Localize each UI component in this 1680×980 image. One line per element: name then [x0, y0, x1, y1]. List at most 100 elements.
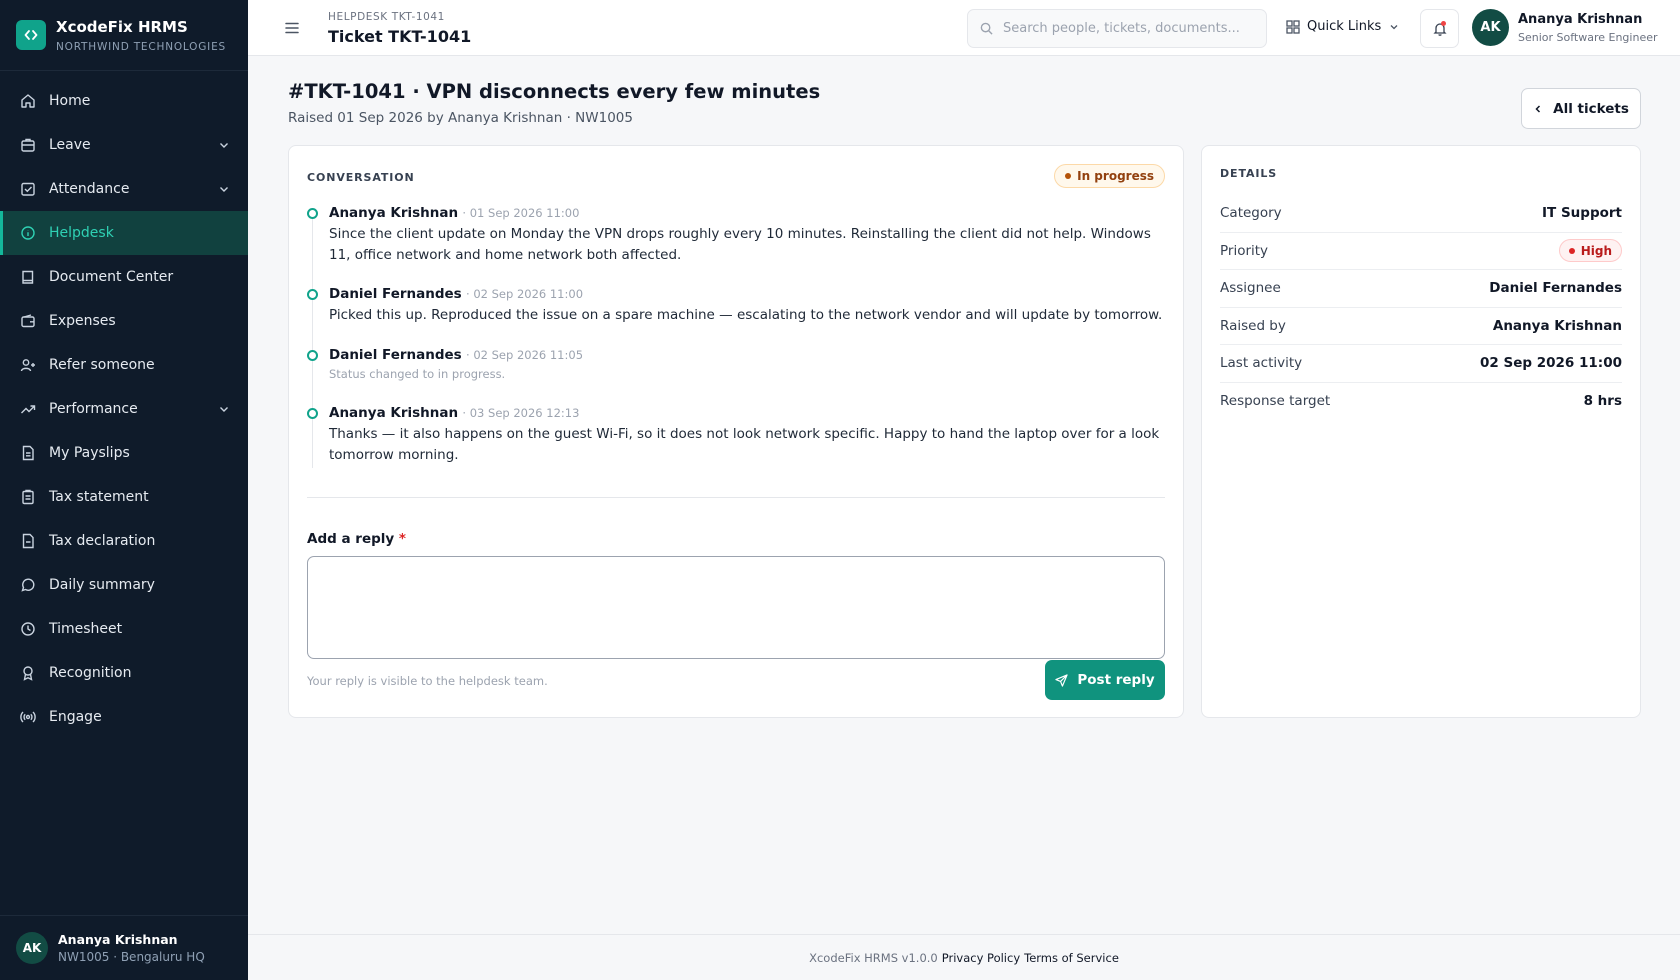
ticket-title: #TKT-1041 · VPN disconnects every few mi… — [288, 80, 821, 103]
sidebar-item-label: Refer someone — [49, 357, 155, 373]
briefcase-icon — [20, 137, 36, 153]
timeline-dot — [307, 350, 318, 361]
notifications-button[interactable] — [1420, 9, 1459, 48]
sidebar-item-attendance[interactable]: Attendance — [0, 167, 248, 211]
sidebar-item-document-center[interactable]: Document Center — [0, 255, 248, 299]
sidebar-user[interactable]: AK Ananya Krishnan NW1005 · Bengaluru HQ — [0, 915, 248, 980]
status-badge: In progress — [1054, 164, 1165, 188]
chevron-down-icon[interactable] — [218, 403, 230, 415]
main-content: #TKT-1041 · VPN disconnects every few mi… — [248, 56, 1680, 934]
sidebar-user-name: Ananya Krishnan — [58, 932, 178, 947]
sidebar-item-tax-declaration[interactable]: Tax declaration — [0, 519, 248, 563]
reply-textarea[interactable] — [307, 556, 1165, 659]
sidebar-item-label: Home — [49, 93, 91, 109]
conversation-timeline: Ananya Krishnan · 01 Sep 2026 11:00 Sinc… — [307, 204, 1165, 468]
sidebar-item-home[interactable]: Home — [0, 79, 248, 123]
radio-icon — [20, 709, 36, 725]
detail-row-last-activity: Last activity 02 Sep 2026 11:00 — [1220, 345, 1622, 383]
footer-version: XcodeFix HRMS v1.0.0 — [809, 950, 938, 965]
reply-label: Add a reply * — [307, 531, 406, 547]
timeline-entry: Daniel Fernandes · 02 Sep 2026 11:00 Pic… — [307, 285, 1165, 346]
detail-key: Raised by — [1220, 317, 1286, 334]
info-circle-icon — [20, 225, 36, 241]
sidebar-item-refer-someone[interactable]: Refer someone — [0, 343, 248, 387]
brand-logo-icon[interactable] — [16, 20, 46, 50]
detail-row-raised-by: Raised by Ananya Krishnan — [1220, 308, 1622, 345]
divider — [307, 497, 1165, 498]
search-box[interactable] — [967, 9, 1267, 48]
detail-row-category: Category IT Support — [1220, 195, 1622, 233]
sidebar-item-timesheet[interactable]: Timesheet — [0, 607, 248, 651]
sidebar-item-label: Daily summary — [49, 577, 155, 593]
page-title: Ticket TKT-1041 — [328, 27, 472, 46]
user-name: Ananya Krishnan — [1518, 11, 1643, 27]
detail-value: IT Support — [1542, 205, 1622, 222]
chevron-down-icon[interactable] — [218, 183, 230, 195]
privacy-policy-link[interactable]: Privacy Policy — [942, 951, 1020, 965]
timeline-entry: Ananya Krishnan · 01 Sep 2026 11:00 Sinc… — [307, 204, 1165, 285]
quick-links-label: Quick Links — [1307, 19, 1382, 34]
sidebar-item-performance[interactable]: Performance — [0, 387, 248, 431]
detail-value: 8 hrs — [1583, 393, 1622, 410]
chevron-left-icon — [1535, 104, 1541, 113]
sidebar-item-helpdesk[interactable]: Helpdesk — [0, 211, 248, 255]
sidebar-item-label: Document Center — [49, 269, 174, 285]
sidebar-item-label: My Payslips — [49, 445, 130, 461]
menu-icon[interactable] — [284, 20, 300, 36]
user-role: Senior Software Engineer — [1518, 30, 1658, 44]
priority-badge: High — [1558, 239, 1622, 263]
sidebar-item-tax-statement[interactable]: Tax statement — [0, 475, 248, 519]
entry-body: Picked this up. Reproduced the issue on … — [329, 307, 1163, 323]
sidebar-item-label: Timesheet — [49, 621, 123, 637]
sidebar-item-expenses[interactable]: Expenses — [0, 299, 248, 343]
entry-author: Daniel Fernandes — [329, 347, 462, 363]
search-input[interactable] — [1003, 21, 1253, 36]
sidebar-item-label: Attendance — [49, 181, 130, 197]
sidebar-item-daily-summary[interactable]: Daily summary — [0, 563, 248, 607]
sidebar-item-leave[interactable]: Leave — [0, 123, 248, 167]
timeline-dot — [307, 408, 318, 419]
book-icon — [20, 269, 36, 285]
entry-body: Since the client update on Monday the VP… — [329, 226, 1151, 263]
reply-label-text: Add a reply — [307, 531, 395, 547]
sidebar-item-label: Helpdesk — [49, 225, 114, 241]
quick-links-button[interactable]: Quick Links — [1286, 19, 1399, 34]
detail-value: Ananya Krishnan — [1492, 317, 1622, 334]
send-icon — [1055, 673, 1069, 687]
post-reply-button[interactable]: Post reply — [1045, 660, 1165, 700]
sidebar-item-engage[interactable]: Engage — [0, 695, 248, 739]
notification-dot — [1441, 21, 1446, 26]
entry-time: · 03 Sep 2026 12:13 — [462, 406, 580, 420]
all-tickets-button[interactable]: All tickets — [1521, 88, 1641, 129]
home-icon — [20, 93, 36, 109]
sidebar-item-label: Leave — [49, 137, 91, 153]
entry-time: · 02 Sep 2026 11:00 — [466, 287, 584, 301]
sidebar-user-sub: NW1005 · Bengaluru HQ — [58, 950, 205, 964]
user-menu[interactable]: AK Ananya Krishnan Senior Software Engin… — [1472, 9, 1658, 46]
detail-row-priority: Priority High — [1220, 233, 1622, 270]
entry-author: Daniel Fernandes — [329, 286, 462, 302]
chevron-down-icon[interactable] — [218, 139, 230, 151]
brand-org: NORTHWIND TECHNOLOGIES — [56, 40, 226, 53]
sidebar-item-label: Performance — [49, 401, 138, 417]
clipboard-icon — [20, 489, 36, 505]
sidebar-item-recognition[interactable]: Recognition — [0, 651, 248, 695]
entry-status-note: Status changed to in progress. — [329, 367, 506, 381]
terms-of-service-link[interactable]: Terms of Service — [1024, 951, 1119, 965]
breadcrumb: HELPDESK TKT-1041 — [328, 11, 445, 23]
brand-name: XcodeFix HRMS — [56, 17, 188, 36]
details-card: DETAILS Category IT Support Priority Hig… — [1201, 145, 1641, 718]
trending-up-icon — [20, 401, 36, 417]
brand: XcodeFix HRMS NORTHWIND TECHNOLOGIES — [0, 0, 248, 71]
detail-key: Response target — [1220, 393, 1331, 410]
search-icon — [980, 22, 993, 35]
sidebar-item-my-payslips[interactable]: My Payslips — [0, 431, 248, 475]
details-label: DETAILS — [1220, 167, 1278, 180]
detail-row-response-target: Response target 8 hrs — [1220, 383, 1622, 421]
sidebar-item-label: Recognition — [49, 665, 132, 681]
sidebar-nav: Home Leave Attendance Helpdesk Document … — [0, 71, 248, 739]
priority-value: High — [1580, 243, 1612, 258]
avatar: AK — [1472, 9, 1509, 46]
detail-key: Priority — [1220, 242, 1269, 259]
details-list: Category IT Support Priority High Assign… — [1220, 195, 1622, 420]
